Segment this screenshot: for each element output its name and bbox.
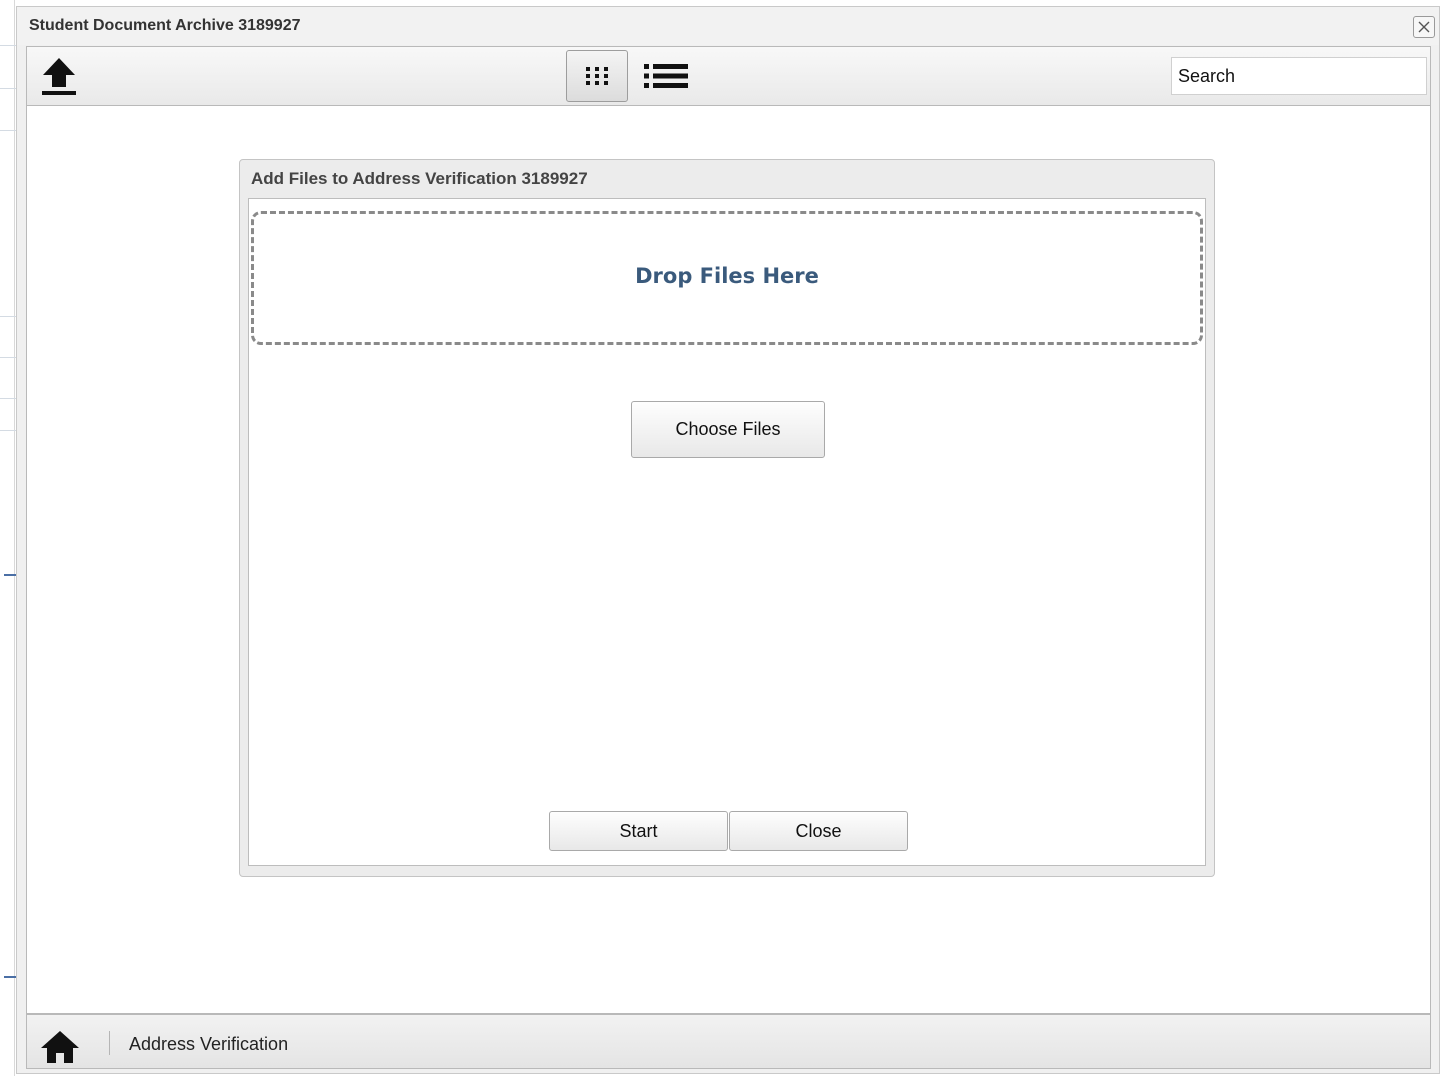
background-row-line bbox=[0, 357, 16, 358]
upload-button[interactable] bbox=[39, 55, 79, 97]
document-archive-window: Student Document Archive 3189927 Search … bbox=[16, 6, 1440, 1074]
background-page-edge bbox=[0, 0, 16, 1076]
close-button[interactable]: Close bbox=[729, 811, 908, 851]
background-row-line bbox=[0, 430, 16, 431]
background-row-line bbox=[0, 88, 16, 89]
home-icon bbox=[41, 1031, 79, 1063]
background-row-line bbox=[0, 316, 16, 317]
window-title: Student Document Archive 3189927 bbox=[29, 17, 301, 34]
start-button[interactable]: Start bbox=[549, 811, 728, 851]
window-titlebar: Student Document Archive 3189927 bbox=[17, 7, 1439, 45]
grid-view-icon bbox=[586, 67, 608, 85]
close-icon bbox=[1418, 21, 1430, 33]
window-close-button[interactable] bbox=[1413, 16, 1435, 38]
dialog-body: Drop Files Here Choose Files Start Close bbox=[248, 198, 1206, 866]
add-files-dialog: Add Files to Address Verification 318992… bbox=[239, 159, 1215, 877]
dialog-title: Add Files to Address Verification 318992… bbox=[251, 169, 588, 188]
dropzone-label: Drop Files Here bbox=[635, 264, 819, 288]
toolbar bbox=[26, 46, 1431, 106]
home-button[interactable] bbox=[40, 1029, 80, 1065]
background-row-line bbox=[0, 398, 16, 399]
footer-divider bbox=[109, 1031, 110, 1055]
background-link-mark bbox=[4, 976, 16, 978]
content-area: Add Files to Address Verification 318992… bbox=[26, 106, 1431, 1014]
search-input[interactable] bbox=[1171, 57, 1427, 95]
file-dropzone[interactable]: Drop Files Here bbox=[251, 211, 1203, 345]
upload-icon bbox=[42, 58, 76, 95]
list-view-icon bbox=[644, 64, 688, 88]
choose-files-button[interactable]: Choose Files bbox=[631, 401, 825, 458]
background-divider bbox=[14, 0, 15, 1076]
footer-bar: Address Verification bbox=[26, 1014, 1431, 1069]
background-row-line bbox=[0, 130, 16, 131]
grid-view-button[interactable] bbox=[566, 50, 628, 102]
breadcrumb[interactable]: Address Verification bbox=[129, 1034, 288, 1055]
background-link-mark bbox=[4, 574, 16, 576]
background-row-line bbox=[0, 45, 16, 46]
list-view-button[interactable] bbox=[635, 50, 697, 102]
